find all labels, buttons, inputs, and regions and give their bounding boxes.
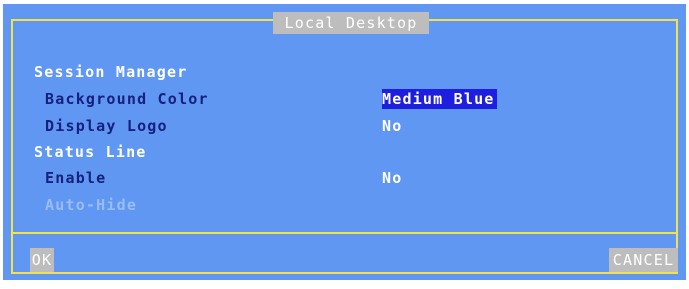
screen: Local Desktop Session Manager Background…	[0, 0, 689, 289]
enable-label: Enable	[45, 169, 107, 187]
enable-value[interactable]: No	[382, 168, 402, 188]
frame-right-line	[676, 19, 678, 274]
display-logo-label: Display Logo	[45, 117, 168, 135]
frame-left-line	[11, 19, 13, 274]
frame-separator-line	[11, 232, 678, 234]
background-color-value[interactable]: Medium Blue	[382, 89, 497, 109]
frame-top-left-line	[11, 19, 273, 21]
cancel-button[interactable]: CANCEL	[609, 248, 678, 272]
status-line-heading: Status Line	[34, 143, 147, 161]
session-manager-heading: Session Manager	[34, 63, 188, 81]
display-logo-value[interactable]: No	[382, 116, 402, 136]
frame-bottom-line	[11, 272, 678, 274]
background-color-label: Background Color	[45, 90, 209, 108]
ok-button[interactable]: OK	[30, 248, 54, 272]
auto-hide-label: Auto-Hide	[45, 196, 138, 214]
dialog-title: Local Desktop	[273, 12, 429, 34]
frame-top-right-line	[429, 19, 678, 21]
local-desktop-dialog: Local Desktop Session Manager Background…	[3, 4, 686, 280]
